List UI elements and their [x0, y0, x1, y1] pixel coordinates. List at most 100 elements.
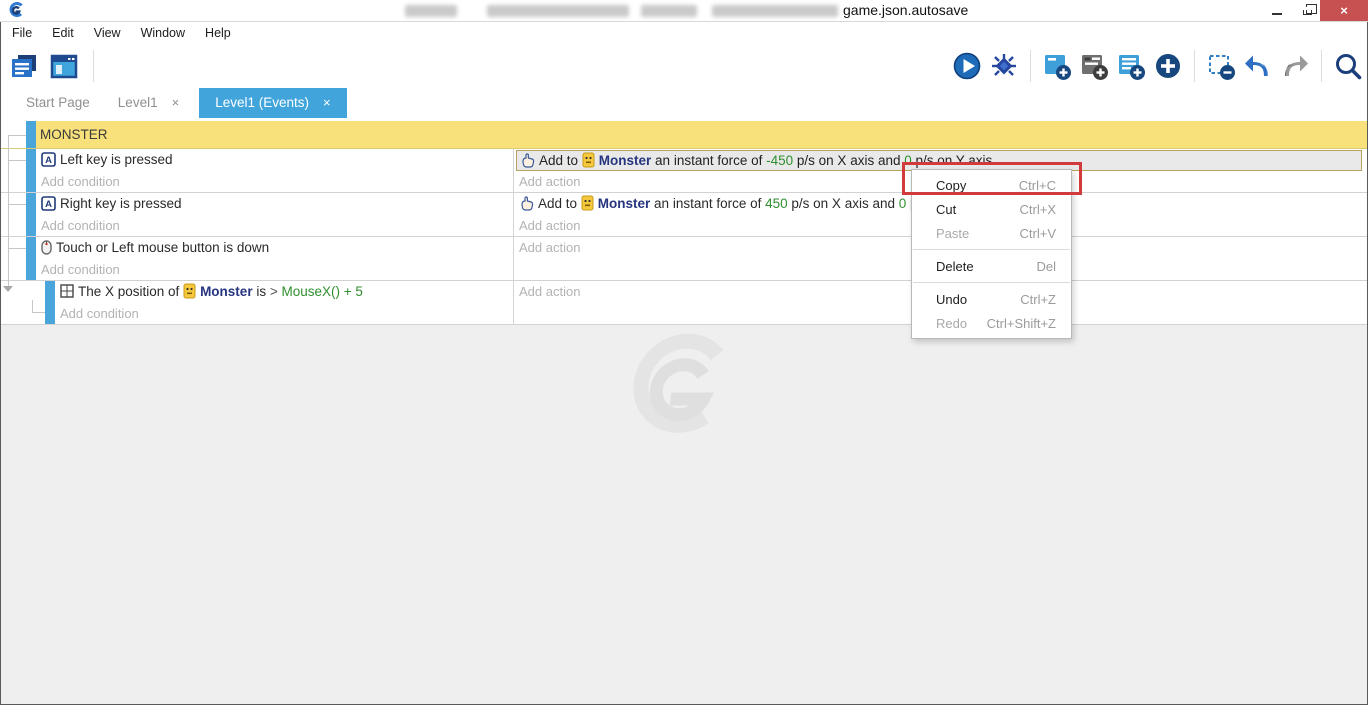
tab-label: Level1 (Events) [215, 95, 309, 110]
action-value: 450 [765, 196, 788, 211]
tree-line [8, 160, 26, 161]
tab-start-page[interactable]: Start Page [12, 88, 104, 118]
operator: > [270, 284, 282, 299]
project-manager-icon[interactable] [8, 48, 40, 84]
close-button[interactable]: × [1320, 0, 1368, 21]
toolbar-separator [1194, 50, 1195, 82]
menu-file[interactable]: File [2, 26, 42, 40]
menu-item-label: Delete [936, 259, 974, 274]
event-row[interactable]: ALeft key is pressed Add condition Add t… [0, 149, 1368, 193]
menu-item-label: Undo [936, 292, 967, 307]
event-handle-bar[interactable] [26, 121, 36, 148]
comment-event[interactable]: MONSTER [0, 121, 1368, 149]
sub-event-row[interactable]: The X position of Monster is > MouseX() … [0, 281, 1368, 325]
menu-window[interactable]: Window [131, 26, 195, 40]
tree-line [8, 204, 26, 205]
force-hand-icon [519, 196, 534, 211]
conditions-cell[interactable]: Touch or Left mouse button is down Add c… [36, 237, 513, 280]
conditions-cell[interactable]: The X position of Monster is > MouseX() … [55, 281, 513, 324]
add-condition-button[interactable]: Add condition [36, 171, 513, 193]
minimize-icon [1272, 13, 1282, 15]
debug-icon[interactable] [988, 48, 1020, 84]
remove-event-icon[interactable] [1205, 48, 1237, 84]
menu-item-shortcut: Ctrl+Shift+Z [987, 316, 1056, 331]
tab-level1[interactable]: Level1 × [104, 88, 193, 118]
gdevelop-logo-icon [8, 2, 24, 23]
add-event-type-icon[interactable] [1152, 48, 1184, 84]
event-row[interactable]: A Right key is pressed Add condition Add … [0, 193, 1368, 237]
search-icon[interactable] [1332, 48, 1364, 84]
play-icon[interactable] [951, 48, 983, 84]
event-handle-bar[interactable] [26, 149, 36, 192]
menu-help[interactable]: Help [195, 26, 241, 40]
condition-line[interactable]: Touch or Left mouse button is down [36, 237, 513, 259]
object-name: Monster [599, 153, 652, 168]
window-title: game.json.autosave [843, 2, 968, 18]
tree-line [8, 135, 9, 287]
events-sheet: MONSTER A Left key is pressed Add conditi… [0, 121, 1368, 325]
menu-item-shortcut: Ctrl+Z [1020, 292, 1056, 307]
menu-edit[interactable]: Edit [42, 26, 84, 40]
add-condition-button[interactable]: Add condition [55, 303, 513, 325]
menu-item-shortcut: Del [1036, 259, 1056, 274]
toolbar-separator [93, 50, 94, 82]
undo-icon[interactable] [1242, 48, 1274, 84]
collapse-arrow-icon[interactable] [3, 286, 13, 292]
add-condition-button[interactable]: Add condition [36, 215, 513, 237]
gdevelop-watermark-logo [612, 333, 753, 438]
window-border [0, 22, 1, 705]
add-condition-button[interactable]: Add condition [36, 259, 513, 281]
mouse-icon [41, 240, 52, 255]
toolbar-left-group [8, 48, 99, 84]
restore-icon [1303, 7, 1312, 15]
condition-text: Right key is pressed [60, 196, 182, 211]
context-menu-item-undo[interactable]: Undo Ctrl+Z [912, 287, 1071, 311]
context-menu-item-redo[interactable]: Redo Ctrl+Shift+Z [912, 311, 1071, 335]
keyboard-key-icon: A [41, 152, 56, 167]
context-menu-item-paste[interactable]: Paste Ctrl+V [912, 221, 1071, 245]
tree-line [8, 135, 26, 136]
svg-text:A: A [45, 199, 52, 210]
tab-label: Level1 [118, 95, 158, 110]
event-row[interactable]: Touch or Left mouse button is down Add c… [0, 237, 1368, 281]
condition-text: is [253, 284, 270, 299]
restore-button[interactable] [1292, 0, 1322, 21]
close-icon: × [1340, 3, 1348, 18]
redo-icon[interactable] [1279, 48, 1311, 84]
tab-close-icon[interactable]: × [172, 95, 180, 110]
minimize-button[interactable] [1262, 0, 1292, 21]
comment-text: MONSTER [40, 121, 108, 149]
conditions-cell[interactable]: A Left key is pressed Add condition [36, 149, 513, 192]
toolbar-separator [1030, 50, 1031, 82]
toolbar-separator [1321, 50, 1322, 82]
menu-bar: File Edit View Window Help [0, 22, 1368, 44]
tab-level1-events[interactable]: Level1 (Events) × [199, 88, 346, 118]
conditions-cell[interactable]: A Right key is pressed Add condition [36, 193, 513, 236]
tab-close-icon[interactable]: × [323, 95, 331, 110]
menu-view[interactable]: View [84, 26, 131, 40]
condition-text: Left key is pressed [60, 152, 173, 167]
event-handle-bar[interactable] [26, 237, 36, 280]
event-handle-bar[interactable] [45, 281, 55, 324]
condition-line[interactable]: A Left key is pressed [36, 149, 513, 171]
keyboard-key-icon: A [41, 196, 56, 211]
context-menu-item-delete[interactable]: Delete Del [912, 254, 1071, 278]
scene-editor-icon[interactable] [48, 48, 80, 84]
add-event-icon[interactable] [1041, 48, 1073, 84]
redacted-title-segment [712, 5, 838, 17]
condition-line[interactable]: A Right key is pressed [36, 193, 513, 215]
condition-line[interactable]: The X position of Monster is > MouseX() … [55, 281, 513, 303]
force-hand-icon [520, 153, 535, 168]
event-handle-bar[interactable] [26, 193, 36, 236]
tree-line [8, 248, 26, 249]
add-subevent-icon[interactable] [1078, 48, 1110, 84]
position-icon [60, 284, 74, 298]
monster-object-icon [183, 283, 196, 299]
redacted-title-segment [487, 5, 629, 17]
expression: MouseX() + 5 [281, 284, 362, 299]
add-comment-icon[interactable] [1115, 48, 1147, 84]
monster-object-icon [582, 152, 595, 168]
tab-bar: Start Page Level1 × Level1 (Events) × [0, 88, 1368, 118]
context-menu-item-cut[interactable]: Cut Ctrl+X [912, 197, 1071, 221]
menu-item-label: Cut [936, 202, 956, 217]
